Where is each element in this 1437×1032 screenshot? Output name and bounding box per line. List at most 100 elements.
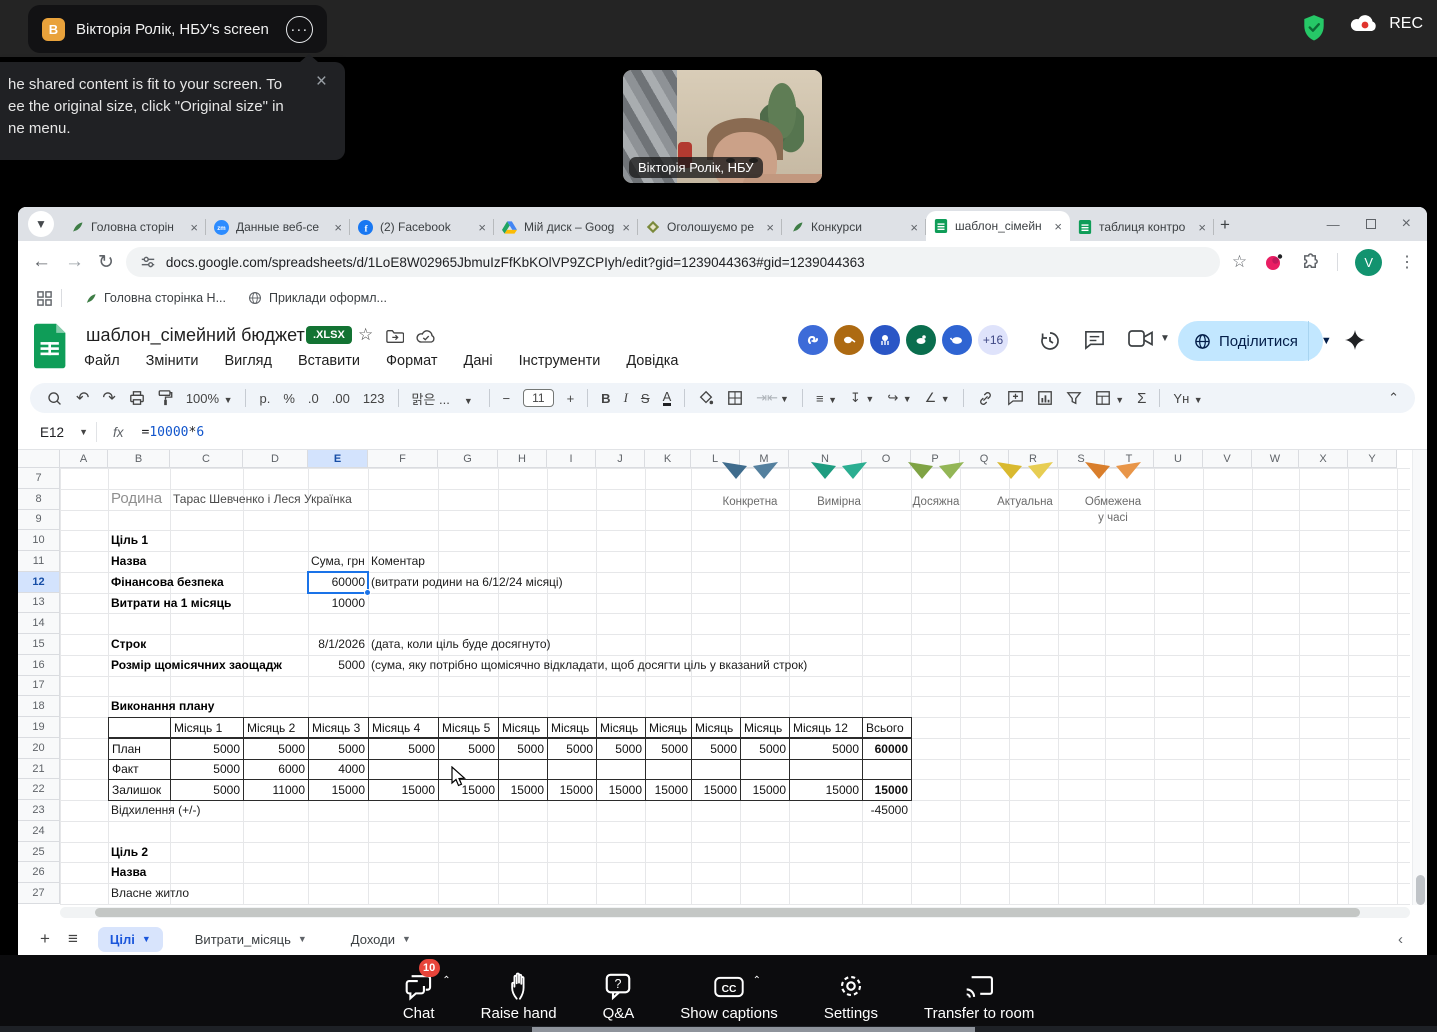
participant-video[interactable]: Вікторія Ролік, НБУ: [623, 70, 822, 183]
vertical-align-icon[interactable]: ↧ ▼: [850, 390, 874, 406]
column-header-K[interactable]: K: [645, 450, 691, 468]
captions-chevron-icon[interactable]: ⌃: [753, 975, 761, 986]
menu-data[interactable]: Дані: [464, 353, 493, 369]
zoom-select[interactable]: 100% ▼: [186, 391, 233, 406]
video-dropdown-caret[interactable]: ▼: [1160, 333, 1170, 344]
plan-value-cell[interactable]: 5000: [439, 738, 499, 759]
collaborator-avatar[interactable]: [942, 325, 972, 355]
plan-total-cell[interactable]: [863, 759, 912, 780]
collaborator-avatar[interactable]: [906, 325, 936, 355]
plan-value-cell[interactable]: [499, 759, 548, 780]
sheet-cell-B23[interactable]: Відхилення (+/-): [108, 800, 203, 821]
sheet-cell-O23[interactable]: -45000: [862, 800, 911, 821]
sheet-cell-B18[interactable]: Виконання плану: [108, 696, 217, 717]
row-header-25[interactable]: 25: [18, 842, 60, 863]
plan-value-cell[interactable]: 4000: [309, 759, 369, 780]
column-header-Y[interactable]: Y: [1348, 450, 1397, 468]
row-header-12[interactable]: 12: [18, 572, 60, 593]
sheet-cell-B13[interactable]: Витрати на 1 місяць: [108, 593, 234, 614]
row-header-18[interactable]: 18: [18, 696, 60, 717]
filter-views-icon[interactable]: ▼: [1095, 390, 1124, 406]
browser-tab-active[interactable]: шаблон_сімейн×: [926, 211, 1070, 241]
new-tab-icon[interactable]: +: [1220, 215, 1230, 235]
functions-sum-icon[interactable]: Σ: [1137, 390, 1146, 407]
plan-value-cell[interactable]: 5000: [548, 738, 597, 759]
meet-video-icon[interactable]: [1128, 329, 1154, 349]
column-header-D[interactable]: D: [243, 450, 308, 468]
sheet-cell-B11[interactable]: Назва: [108, 551, 149, 572]
plan-value-cell[interactable]: 15000: [439, 780, 499, 801]
increase-decimal-icon[interactable]: .00: [332, 391, 350, 406]
column-header-E[interactable]: E: [308, 450, 368, 468]
row-header-22[interactable]: 22: [18, 779, 60, 800]
plan-table-header[interactable]: [109, 718, 171, 739]
plan-value-cell[interactable]: [439, 759, 499, 780]
menu-help[interactable]: Довідка: [626, 353, 678, 369]
column-header-B[interactable]: B: [108, 450, 170, 468]
sheet-cell-F16[interactable]: (сума, яку потрібно щомісячно відкладати…: [368, 655, 810, 676]
tab-search-chevron-icon[interactable]: ▼: [28, 211, 54, 237]
plan-value-cell[interactable]: 15000: [597, 780, 646, 801]
sheet-cell-E15[interactable]: 8/1/2026: [308, 634, 368, 655]
apps-grid-icon[interactable]: [36, 290, 53, 307]
row-header-14[interactable]: 14: [18, 613, 60, 634]
merge-cells-icon[interactable]: ⇥⇤▼: [756, 390, 789, 406]
row-header-15[interactable]: 15: [18, 634, 60, 655]
row-header-19[interactable]: 19: [18, 717, 60, 738]
sheet-cell-B8[interactable]: Родина: [108, 489, 165, 510]
name-box[interactable]: E12▼: [18, 425, 96, 440]
add-sheet-icon[interactable]: +: [40, 929, 50, 949]
plan-value-cell[interactable]: [692, 759, 741, 780]
row-header-24[interactable]: 24: [18, 821, 60, 842]
sheet-cell-E13[interactable]: 10000: [308, 593, 368, 614]
window-close-icon[interactable]: ×: [1402, 215, 1411, 233]
row-header-23[interactable]: 23: [18, 800, 60, 821]
formula-input[interactable]: =10000*6: [142, 424, 205, 440]
row-header-21[interactable]: 21: [18, 759, 60, 780]
plan-value-cell[interactable]: [790, 759, 863, 780]
share-dropdown-caret[interactable]: ▼: [1309, 335, 1344, 347]
toolbar-collapse-icon[interactable]: ⌃: [1388, 390, 1399, 406]
plan-table-header[interactable]: Місяць: [548, 718, 597, 739]
tab-close-icon[interactable]: ×: [190, 220, 198, 235]
window-restore-icon[interactable]: [1366, 219, 1376, 229]
named-functions[interactable]: Yн ▼: [1173, 391, 1202, 406]
raise-hand-button[interactable]: Raise hand: [481, 965, 557, 1022]
profile-avatar[interactable]: V: [1355, 249, 1382, 276]
plan-value-cell[interactable]: 15000: [741, 780, 790, 801]
extensions-puzzle-icon[interactable]: [1301, 253, 1320, 272]
plan-value-cell[interactable]: [548, 759, 597, 780]
plan-value-cell[interactable]: 15000: [309, 780, 369, 801]
plan-value-cell[interactable]: 5000: [171, 780, 244, 801]
sheet-cell-B27[interactable]: Власне житло: [108, 883, 192, 904]
tab-close-icon[interactable]: ×: [334, 220, 342, 235]
tab-close-icon[interactable]: ×: [622, 220, 630, 235]
sheet-cell-C8[interactable]: Тарас Шевченко і Леся Українка: [170, 489, 355, 510]
plan-row-label[interactable]: Факт: [109, 759, 171, 780]
row-header-7[interactable]: 7: [18, 468, 60, 489]
plan-table-header[interactable]: Місяць 3: [309, 718, 369, 739]
google-sheets-logo[interactable]: [34, 323, 68, 369]
plan-value-cell[interactable]: 15000: [548, 780, 597, 801]
all-sheets-icon[interactable]: ≡: [68, 929, 78, 949]
row-header-27[interactable]: 27: [18, 883, 60, 904]
browser-tab-8[interactable]: таблиця контро×: [1070, 213, 1214, 241]
plan-table-header[interactable]: Місяць 1: [171, 718, 244, 739]
plan-value-cell[interactable]: 5000: [692, 738, 741, 759]
plan-value-cell[interactable]: 15000: [790, 780, 863, 801]
horizontal-scrollbar[interactable]: [60, 907, 1410, 918]
column-header-X[interactable]: X: [1299, 450, 1348, 468]
collaborator-avatar[interactable]: [834, 325, 864, 355]
sheet-cell-F11[interactable]: Коментар: [368, 551, 428, 572]
tab-close-icon[interactable]: ×: [1198, 220, 1206, 235]
plan-table-header[interactable]: Місяць 4: [369, 718, 439, 739]
chat-button[interactable]: 10 ⌃ Chat: [403, 965, 435, 1022]
sheet-tab-income[interactable]: Доходи▼: [339, 927, 423, 952]
document-title[interactable]: шаблон_сімейний бюджет: [86, 325, 305, 346]
share-button[interactable]: Поділитися ▼: [1178, 321, 1323, 361]
browser-tab-6[interactable]: Конкурси×: [782, 213, 926, 241]
insert-link-icon[interactable]: [977, 390, 994, 407]
plan-value-cell[interactable]: 15000: [369, 780, 439, 801]
sheet-tab-goals[interactable]: Цілі▼: [98, 927, 163, 952]
collaborator-avatar[interactable]: [870, 325, 900, 355]
